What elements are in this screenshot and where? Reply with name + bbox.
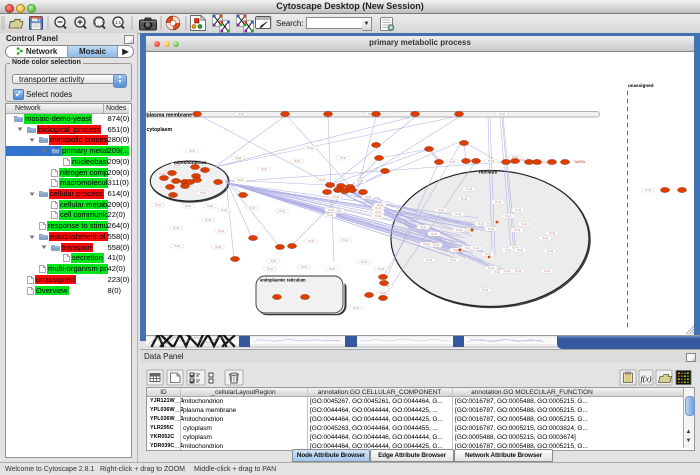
- svg-text:Tim3: Tim3: [365, 195, 371, 199]
- svg-text:unassigned: unassigned: [628, 83, 654, 88]
- svg-text:Tim3: Tim3: [342, 238, 348, 242]
- svg-text:Tim3: Tim3: [267, 267, 273, 271]
- svg-text:Tim3: Tim3: [456, 228, 462, 232]
- svg-text:Tim3: Tim3: [378, 267, 384, 271]
- svg-text:Tim3: Tim3: [319, 178, 325, 182]
- svg-text:Tim3: Tim3: [478, 222, 484, 226]
- svg-text:plasma membrane: plasma membrane: [147, 113, 193, 119]
- svg-text:1:1: 1:1: [115, 20, 122, 25]
- svg-text:Tim3: Tim3: [504, 269, 510, 273]
- svg-text:Tim3: Tim3: [488, 227, 494, 231]
- svg-text:Tim3: Tim3: [237, 178, 243, 182]
- svg-text:Tim3: Tim3: [495, 200, 501, 204]
- svg-text:endoplasmic reticulum: endoplasmic reticulum: [260, 278, 306, 283]
- svg-text:Tim3: Tim3: [453, 248, 459, 252]
- svg-text:Tim3: Tim3: [173, 226, 179, 230]
- svg-text:Tim3: Tim3: [249, 206, 255, 210]
- svg-text:Tim3: Tim3: [515, 208, 521, 212]
- svg-text:Tim3: Tim3: [207, 204, 213, 208]
- svg-text:cytoplasm: cytoplasm: [147, 127, 173, 133]
- svg-text:Tim3: Tim3: [449, 160, 455, 164]
- svg-text:Tim3: Tim3: [380, 291, 386, 295]
- svg-text:Tim3: Tim3: [361, 260, 367, 264]
- svg-text:Tim3: Tim3: [279, 209, 285, 213]
- svg-text:Tim3: Tim3: [517, 248, 523, 252]
- svg-text:Tim3: Tim3: [423, 242, 429, 246]
- svg-text:Tim3: Tim3: [547, 249, 553, 253]
- svg-text:Tim3: Tim3: [438, 208, 444, 212]
- svg-text:Tim3: Tim3: [270, 259, 276, 263]
- svg-text:Tim3: Tim3: [174, 244, 180, 248]
- svg-text:Yol002c: Yol002c: [574, 160, 586, 164]
- svg-text:Tim3: Tim3: [294, 159, 300, 163]
- svg-text:Tim3: Tim3: [455, 212, 461, 216]
- svg-text:Tim3: Tim3: [450, 258, 456, 262]
- svg-text:Tim3: Tim3: [515, 269, 521, 273]
- svg-text:Tim3: Tim3: [544, 269, 550, 273]
- svg-text:mitochondrion: mitochondrion: [174, 160, 206, 165]
- svg-text:Tim3: Tim3: [499, 112, 505, 116]
- svg-text:Tim3: Tim3: [375, 210, 381, 214]
- svg-text:Tim3: Tim3: [466, 187, 472, 191]
- svg-text:Tim3: Tim3: [155, 203, 161, 207]
- svg-text:nucleus: nucleus: [479, 170, 497, 176]
- svg-text:Tim3: Tim3: [340, 156, 346, 160]
- svg-text:Tim3: Tim3: [353, 306, 359, 310]
- svg-text:Tim3: Tim3: [485, 252, 491, 256]
- svg-text:Tim3: Tim3: [189, 149, 195, 153]
- svg-text:Tim3: Tim3: [505, 214, 511, 218]
- svg-text:Tim3: Tim3: [357, 179, 363, 183]
- svg-text:Tim3: Tim3: [261, 167, 267, 171]
- svg-text:Tim3: Tim3: [420, 225, 426, 229]
- svg-text:f(x): f(x): [640, 375, 651, 384]
- svg-text:Tim3: Tim3: [328, 208, 334, 212]
- svg-text:Tim3: Tim3: [521, 222, 527, 226]
- svg-text:Tim3: Tim3: [426, 258, 432, 262]
- svg-text:Tim3: Tim3: [215, 245, 221, 249]
- svg-text:Tim3: Tim3: [221, 208, 227, 212]
- svg-text:Tim3: Tim3: [433, 243, 439, 247]
- svg-text:Tim3: Tim3: [333, 195, 339, 199]
- svg-text:Tim3: Tim3: [301, 265, 307, 269]
- svg-text:Tim3: Tim3: [327, 213, 333, 217]
- svg-text:Tim3: Tim3: [329, 267, 335, 271]
- svg-text:Tim3: Tim3: [218, 229, 224, 233]
- svg-text:Tim3: Tim3: [235, 156, 241, 160]
- svg-text:Tim3: Tim3: [185, 204, 191, 208]
- svg-text:Tim3: Tim3: [307, 146, 313, 150]
- svg-text:Tim3: Tim3: [375, 214, 381, 218]
- svg-text:Tim3: Tim3: [461, 197, 467, 201]
- svg-text:Tim3: Tim3: [473, 246, 479, 250]
- svg-text:Tim3: Tim3: [514, 228, 520, 232]
- svg-text:Tim3: Tim3: [488, 266, 494, 270]
- svg-text:Tim3: Tim3: [200, 191, 206, 195]
- svg-text:Tim3: Tim3: [205, 218, 211, 222]
- svg-text:Tim3: Tim3: [645, 188, 651, 192]
- svg-text:Tim3: Tim3: [375, 206, 381, 210]
- svg-text:Tim3: Tim3: [482, 288, 488, 292]
- svg-text:Tim3: Tim3: [542, 236, 548, 240]
- svg-text:Tim3: Tim3: [494, 270, 500, 274]
- svg-text:Tim3: Tim3: [549, 231, 555, 235]
- svg-text:Tim3: Tim3: [431, 232, 437, 236]
- svg-text:Tim3: Tim3: [308, 239, 314, 243]
- svg-text:Tim3: Tim3: [238, 112, 244, 116]
- svg-text:Tim3: Tim3: [488, 159, 494, 163]
